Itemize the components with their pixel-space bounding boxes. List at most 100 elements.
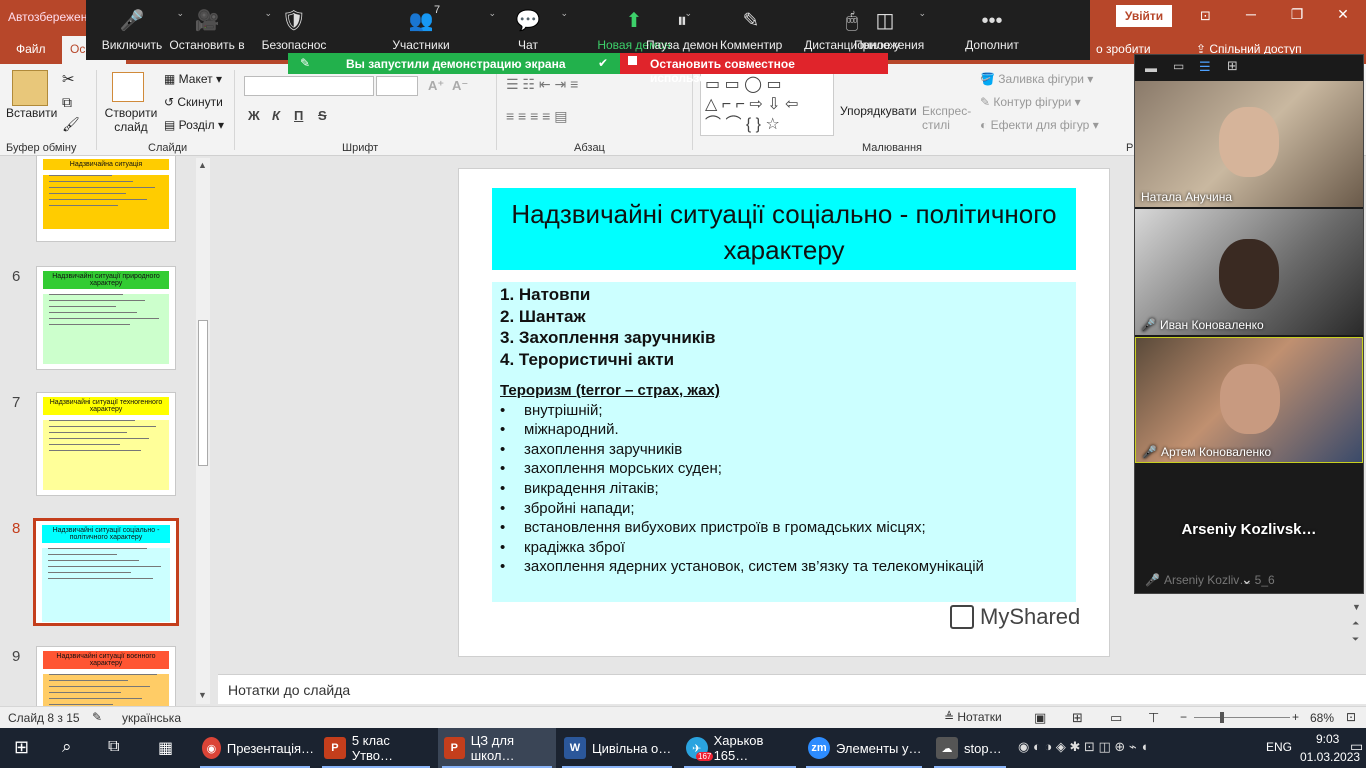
pin-icon[interactable]: ✎ xyxy=(300,56,310,70)
taskbar-app[interactable]: P ЦЗ для школ… xyxy=(438,728,556,768)
drawing-group-label: Малювання xyxy=(862,142,923,154)
chevron-down-icon[interactable]: ⌄ xyxy=(918,8,926,19)
zoom-level[interactable]: 68% xyxy=(1310,711,1334,725)
zoom-button-3-icon: 👥 xyxy=(408,10,434,32)
taskbar-app[interactable]: ✈ Харьков 165… 167 xyxy=(680,728,800,768)
task-view-icon[interactable]: ⧉ xyxy=(108,738,119,756)
align-icons[interactable]: ≡ ≡ ≡ ≡ ▤ xyxy=(506,108,567,125)
search-icon[interactable]: ⌕ xyxy=(62,737,72,757)
paste-icon[interactable] xyxy=(12,70,48,106)
zoom-button-10[interactable]: ••• Дополнит xyxy=(954,0,1030,60)
font-name-box[interactable] xyxy=(244,76,374,96)
slide-bullet-item: • внутрішній; xyxy=(500,401,1068,421)
taskbar-app[interactable]: ☁ stop… xyxy=(930,728,1010,768)
close-button[interactable]: ✕ xyxy=(1328,6,1358,26)
cut-icon[interactable]: ✂ xyxy=(62,70,75,88)
scrollbar-thumb[interactable] xyxy=(198,320,208,466)
gallery-view-icon[interactable]: ⊞ xyxy=(1227,58,1238,74)
slide-thumbnail[interactable]: Надзвичайні ситуації природного характер… xyxy=(36,266,176,370)
tab-file[interactable]: Файл xyxy=(16,42,46,56)
zoom-in-icon[interactable]: + xyxy=(1292,710,1299,724)
next-slide-icon[interactable]: ⏷ xyxy=(1352,634,1359,645)
format-painter-icon[interactable]: 🖌 xyxy=(62,116,80,133)
new-slide-button[interactable]: Створити слайд xyxy=(104,106,158,134)
slide-thumbnail[interactable]: Надзвичайні ситуації соціально - політич… xyxy=(33,518,179,626)
scroll-up-icon[interactable]: ▲ xyxy=(198,160,207,170)
copy-icon[interactable]: ⧉ xyxy=(62,94,72,111)
zoom-button-9[interactable]: ◫ Приложения ⌄ xyxy=(854,0,926,60)
thumb-title: Надзвичайні ситуації соціально - політич… xyxy=(42,525,170,543)
zoom-button-4[interactable]: 💬 Чат ⌄ xyxy=(498,0,568,60)
speaker-view-icon[interactable]: ☰ xyxy=(1199,59,1211,75)
slide-thumbnail[interactable]: Надзвичайна ситуація xyxy=(36,156,176,242)
underline-button[interactable]: П xyxy=(294,108,303,123)
taskbar-app[interactable]: zm Элементы у… xyxy=(802,728,926,768)
sorter-view-icon[interactable]: ⊞ xyxy=(1072,710,1083,726)
zoom-button-6[interactable]: ⏸ Пауза демон xyxy=(646,0,718,60)
shape-effects-button[interactable]: ◐ Ефекти для фігур ▾ xyxy=(980,118,1099,132)
bullets-icon[interactable]: ☰ ☷ ⇤ ⇥ ≡ xyxy=(506,76,578,93)
calculator-icon[interactable]: ▦ xyxy=(158,738,173,758)
tray-icons[interactable]: ◉ ◐ ◑ ◈ ✱ ⊡ ◫ ⊕ ⌁ ◖ xyxy=(1018,739,1148,755)
shape-outline-button[interactable]: ✎ Контур фігури ▾ xyxy=(980,95,1081,109)
strikethrough-button[interactable]: S xyxy=(318,108,327,123)
fit-slide-icon[interactable]: ⊡ xyxy=(1346,710,1356,724)
minimize-button[interactable]: ─ xyxy=(1236,6,1266,26)
input-language[interactable]: ENG xyxy=(1266,740,1292,754)
section-button[interactable]: ▤ Розділ ▾ xyxy=(164,118,224,132)
notes-toggle[interactable]: ≜ Нотатки xyxy=(944,710,1002,724)
layout-button[interactable]: ▦ Макет ▾ xyxy=(164,72,222,86)
quick-styles-button[interactable]: Експрес-стилі xyxy=(922,104,974,132)
hide-video-icon[interactable]: ▭ xyxy=(1173,59,1184,73)
zoom-button-1[interactable]: 🎥 Остановить в ⌄ xyxy=(152,0,272,60)
scroll-down-icon[interactable]: ▼ xyxy=(1352,602,1361,612)
slideshow-icon[interactable]: ⊤ xyxy=(1148,710,1159,726)
slide-thumbnail[interactable]: Надзвичайні ситуації воєнного характеру xyxy=(36,646,176,706)
notes-pane[interactable]: Нотатки до слайда xyxy=(218,674,1366,704)
language-indicator[interactable]: українська xyxy=(122,711,181,725)
zoom-button-7[interactable]: ✎ Комментир xyxy=(720,0,782,60)
taskbar-app[interactable]: P5 клас Утво… xyxy=(318,728,434,768)
zoom-button-2[interactable]: 🛡 Безопаснос xyxy=(254,0,334,60)
video-tile[interactable]: Натала Анучина xyxy=(1135,81,1363,207)
ribbon-display-icon[interactable]: ⊡ xyxy=(1200,8,1211,24)
shape-fill-button[interactable]: 🪣 Заливка фігури ▾ xyxy=(980,72,1093,86)
slide-title[interactable]: Надзвичайні ситуації соціально - політич… xyxy=(492,188,1076,270)
prev-slide-icon[interactable]: ⏶ xyxy=(1352,618,1359,629)
taskbar-app[interactable]: ◉ Презентація… xyxy=(196,728,314,768)
video-tile[interactable]: 🎤 Иван Коноваленко xyxy=(1135,209,1363,335)
taskbar-app[interactable]: W Цивільна о… xyxy=(558,728,676,768)
bold-button[interactable]: Ж xyxy=(248,108,260,123)
notifications-icon[interactable]: ▭ xyxy=(1350,738,1363,755)
slide-thumbnail[interactable]: Надзвичайні ситуації техногенного характ… xyxy=(36,392,176,496)
thumb-text-line xyxy=(49,324,130,325)
reset-button[interactable]: ↺ Скинути xyxy=(164,95,223,109)
zoom-button-3[interactable]: 👥 Участники 7 ⌄ xyxy=(356,0,496,60)
clock-time[interactable]: 9:03 xyxy=(1316,732,1339,746)
zoom-slider[interactable] xyxy=(1194,717,1290,718)
video-tile[interactable]: 🎤 Артем Коноваленко xyxy=(1135,337,1363,463)
normal-view-icon[interactable]: ▣ xyxy=(1034,710,1046,726)
start-icon[interactable]: ⊞ xyxy=(14,737,29,758)
chevron-down-icon[interactable]: ⌄ xyxy=(560,8,568,19)
chevron-down-icon[interactable]: ⌄ xyxy=(488,8,496,19)
minimize-video-icon[interactable]: ▬ xyxy=(1145,61,1157,75)
slide-body[interactable]: 1. Натовпи 2. Шантаж 3. Захоплення заручни… xyxy=(492,282,1076,602)
new-slide-icon[interactable] xyxy=(112,72,144,102)
spellcheck-icon[interactable]: ✎ xyxy=(92,710,102,724)
shrink-font-icon[interactable]: A⁻ xyxy=(452,78,468,94)
grow-font-icon[interactable]: A⁺ xyxy=(428,78,444,94)
signin-button[interactable]: Увійти xyxy=(1116,5,1172,27)
stop-share-button[interactable]: Остановить совместное использование xyxy=(620,53,888,85)
chevron-down-icon[interactable]: ⌄ xyxy=(1241,571,1253,588)
italic-button[interactable]: К xyxy=(272,108,280,123)
reading-view-icon[interactable]: ▭ xyxy=(1110,710,1122,726)
scroll-down-icon[interactable]: ▼ xyxy=(198,690,207,700)
paste-button[interactable]: Вставити xyxy=(6,106,57,120)
arrange-button[interactable]: Упорядкувати xyxy=(840,104,917,118)
font-size-box[interactable] xyxy=(376,76,418,96)
zoom-slider-thumb[interactable] xyxy=(1220,712,1224,723)
app-icon: P xyxy=(324,737,346,759)
restore-button[interactable]: ❐ xyxy=(1282,6,1312,26)
zoom-out-icon[interactable]: − xyxy=(1180,710,1187,724)
